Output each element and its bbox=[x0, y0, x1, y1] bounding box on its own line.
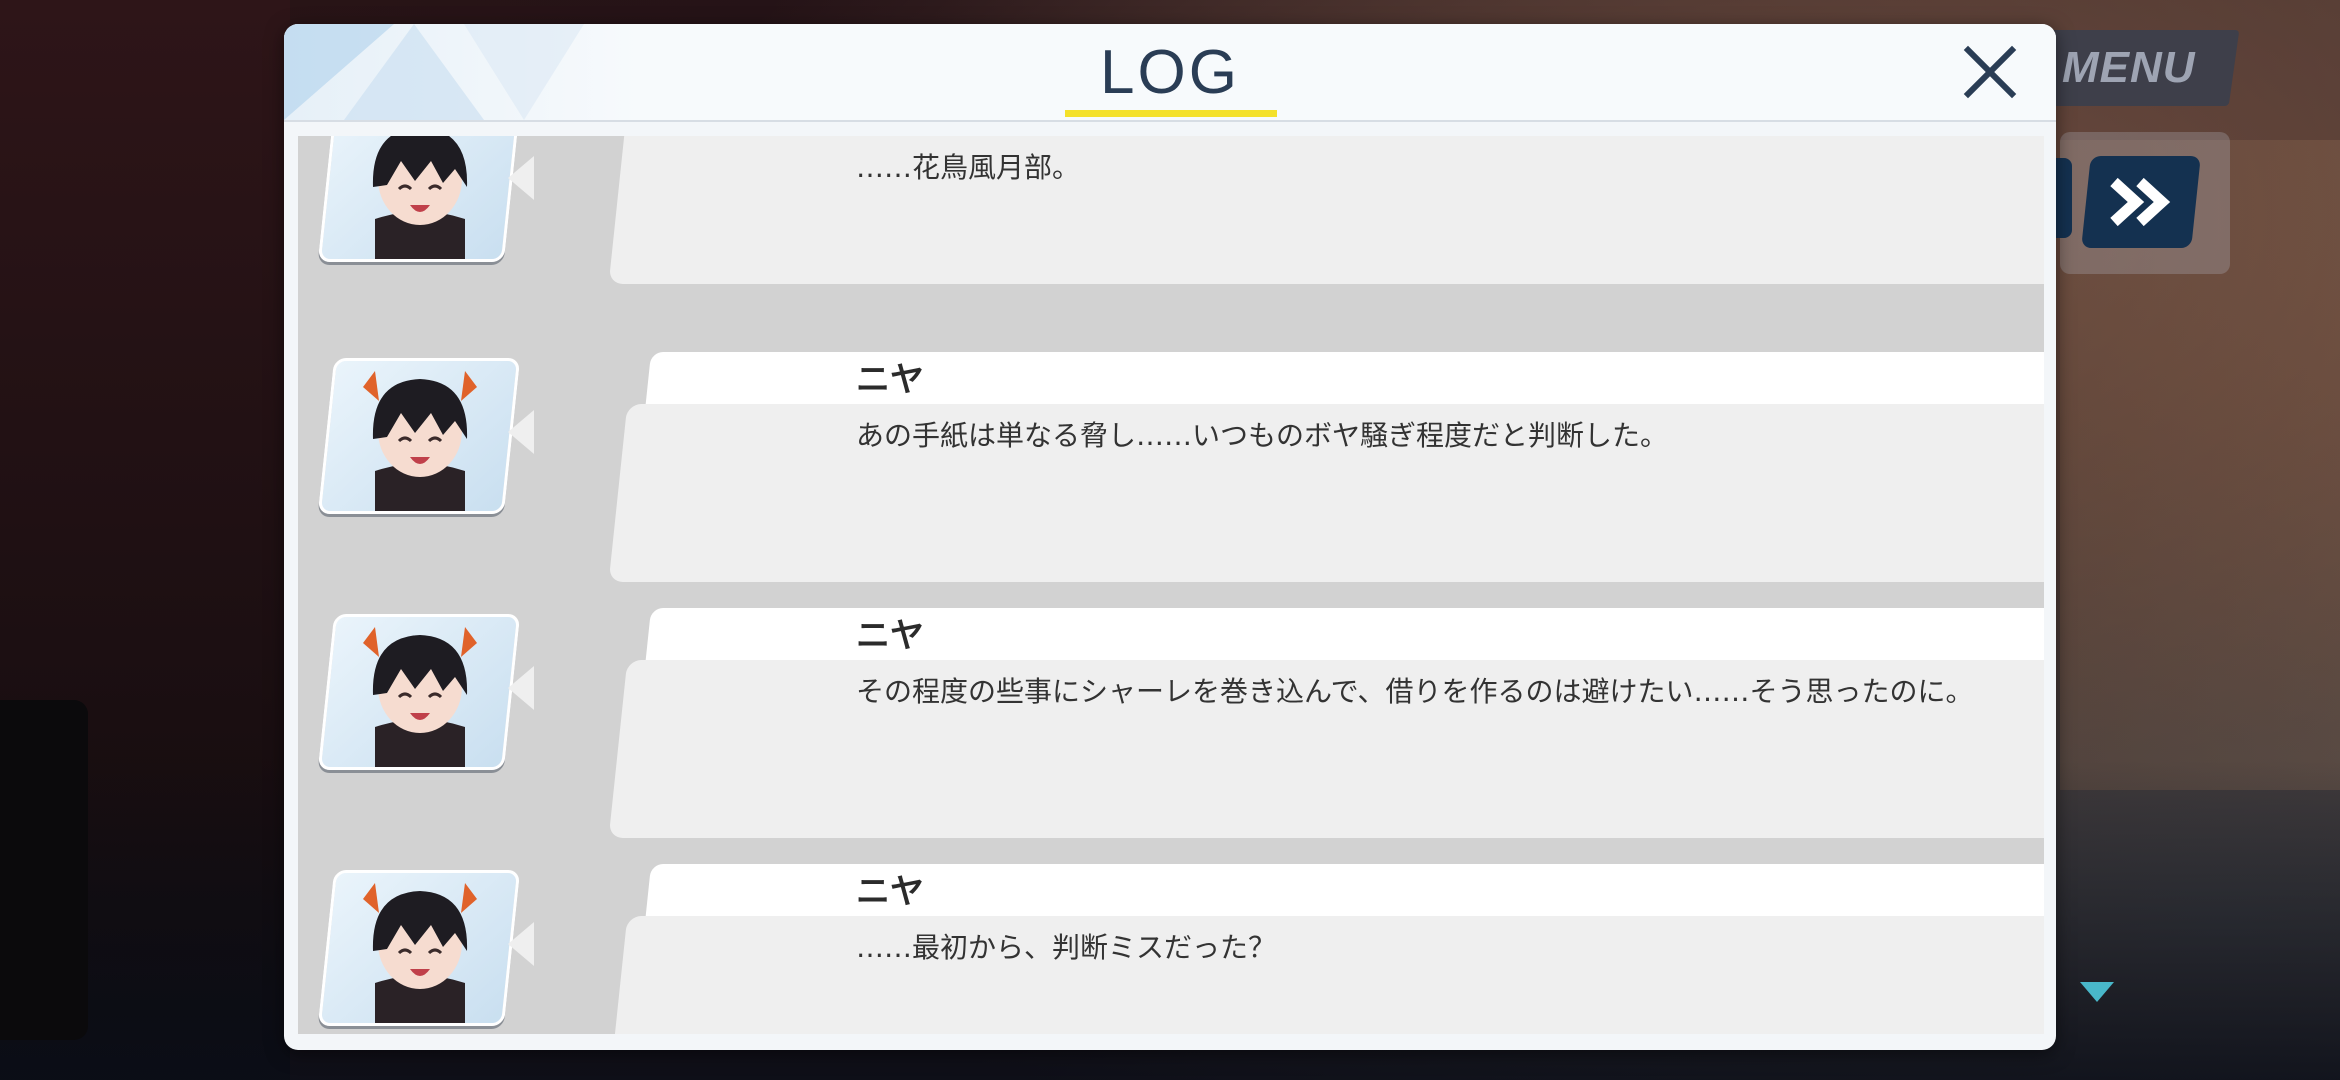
log-entry: ニヤ あの手紙は単なる脅し……いつものボヤ騒ぎ程度だと判断した。 bbox=[298, 346, 2044, 586]
log-header: LOG bbox=[284, 24, 2056, 122]
message-text: その程度の些事にシャーレを巻き込んで、借りを作るのは避けたい……そう思ったのに。 bbox=[856, 675, 1974, 708]
log-entry: ニヤ その程度の些事にシャーレを巻き込んで、借りを作るのは避けたい……そう思った… bbox=[298, 602, 2044, 842]
character-portrait bbox=[317, 614, 521, 770]
character-portrait bbox=[317, 358, 521, 514]
speaker-name-strip bbox=[644, 608, 2044, 668]
header-decoration bbox=[464, 24, 584, 120]
character-portrait bbox=[317, 870, 521, 1026]
fast-forward-button[interactable] bbox=[2081, 156, 2201, 248]
fast-forward-icon bbox=[2110, 177, 2171, 227]
log-title: LOG bbox=[1100, 38, 1240, 107]
message-text: ……花鳥風月部。 bbox=[856, 151, 1081, 184]
bubble-pointer bbox=[508, 666, 534, 710]
speaker-name: ニヤ bbox=[856, 616, 924, 656]
speaker-name: ニヤ bbox=[856, 872, 924, 912]
menu-button-label[interactable]: MENU bbox=[2062, 40, 2232, 96]
close-button[interactable] bbox=[1958, 40, 2022, 104]
header-decoration bbox=[344, 24, 484, 120]
close-icon bbox=[1963, 45, 2017, 99]
log-entry: ……花鳥風月部。 bbox=[298, 136, 2044, 284]
speaker-name: ニヤ bbox=[856, 360, 924, 400]
log-list[interactable]: ……花鳥風月部。 ニヤ あの手紙は単なる脅し……いつものボヤ騒ぎ程度だと判断した… bbox=[298, 136, 2044, 1034]
bubble-pointer bbox=[508, 410, 534, 454]
message-text: ……最初から、判断ミスだった？ bbox=[856, 931, 1277, 964]
speaker-name-strip bbox=[644, 864, 2044, 924]
log-title-underline bbox=[1065, 110, 1277, 117]
character-portrait bbox=[317, 136, 521, 262]
speaker-name-strip bbox=[644, 352, 2044, 412]
scroll-down-icon[interactable] bbox=[2080, 982, 2114, 1002]
message-text: あの手紙は単なる脅し……いつものボヤ騒ぎ程度だと判断した。 bbox=[856, 419, 1669, 452]
log-window: LOG ……花鳥風月部。 ニヤ あの手紙は単なる脅し……いつものボヤ騒ぎ程度だと… bbox=[284, 24, 2056, 1050]
bubble-pointer bbox=[508, 922, 534, 966]
bubble-pointer bbox=[508, 156, 534, 200]
log-entry: ニヤ ……最初から、判断ミスだった？ bbox=[298, 858, 2044, 1034]
background-side-panel bbox=[0, 700, 88, 1040]
